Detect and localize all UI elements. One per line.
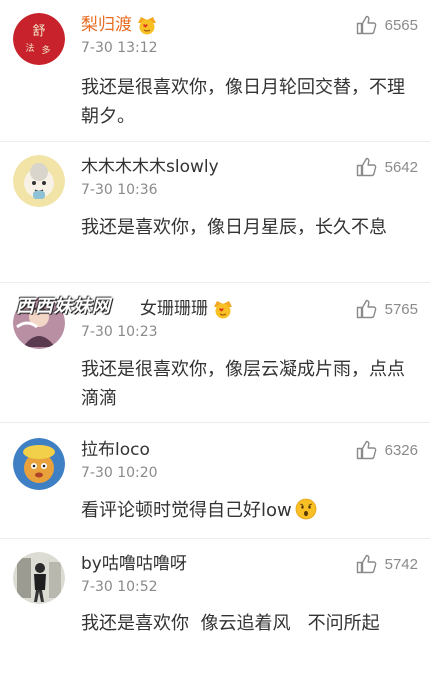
divider [0,282,430,283]
username[interactable]: by咕噜咕噜呀 [81,552,187,576]
thumbs-up-icon [356,299,378,319]
vip-badge-icon [212,299,234,319]
username[interactable]: 女珊珊珊 [140,297,208,321]
watermark: 西西妹妹网 [16,296,111,317]
avatar[interactable] [13,438,65,490]
divider [0,538,430,539]
username[interactable]: 拉布loco [81,438,150,462]
like-count: 6326 [384,441,418,459]
like-count: 5642 [384,158,418,176]
comment-item: 舒 法 多 梨归渡 7-30 13:12 6565 我还是很喜欢你，像日月轮回交… [0,13,430,133]
comment-text: 看评论顿时觉得自己好low [81,500,292,521]
comment-text: 我还是很喜欢你，像层云凝成片雨，点点滴滴 [81,359,405,409]
comment-item: 木木木木木slowly 7-30 10:36 5642 我还是喜欢你，像日月星辰… [0,155,430,275]
comment-item: 拉布loco 7-30 10:20 6326 看评论顿时觉得自己好low [0,438,430,538]
like-count: 5765 [384,300,418,318]
like-button[interactable]: 6565 [356,13,418,37]
comment-time: 7-30 10:23 [81,324,158,340]
like-button[interactable]: 5765 [356,297,418,321]
comment-text: 我还是很喜欢你，像日月轮回交替，不理朝夕。 [81,77,405,127]
avatar[interactable] [13,552,65,604]
thumbs-up-icon [356,440,378,460]
comment-item: by咕噜咕噜呀 7-30 10:52 5742 我还是喜欢你 像云追着风 不问所… [0,552,430,672]
avatar-logo-text: 舒 [32,24,45,39]
shocked-face-emoji-icon [295,498,317,520]
comment-text-row: 看评论顿时觉得自己好low [81,496,416,525]
thumbs-up-icon [356,15,378,35]
thumbs-up-icon [356,157,378,177]
comment-time: 7-30 13:12 [81,40,158,56]
username[interactable]: 木木木木木slowly [81,155,219,179]
comment-time: 7-30 10:52 [81,579,158,595]
like-button[interactable]: 6326 [356,438,418,462]
like-button[interactable]: 5742 [356,552,418,576]
divider [0,141,430,142]
vip-badge-icon [136,15,158,35]
avatar[interactable]: 舒 法 多 [13,13,65,65]
comment-time: 7-30 10:20 [81,465,158,481]
comment-time: 7-30 10:36 [81,182,158,198]
thumbs-up-icon [356,554,378,574]
like-count: 5742 [384,555,418,573]
comment-text: 我还是喜欢你 像云追着风 不问所起 [81,613,380,634]
like-count: 6565 [384,16,418,34]
divider [0,422,430,423]
svg-text:法: 法 [25,42,34,54]
username[interactable]: 梨归渡 [81,13,132,37]
comment-text: 我还是喜欢你，像日月星辰，长久不息 [81,217,387,238]
like-button[interactable]: 5642 [356,155,418,179]
svg-text:多: 多 [41,44,50,56]
avatar[interactable] [13,155,65,207]
